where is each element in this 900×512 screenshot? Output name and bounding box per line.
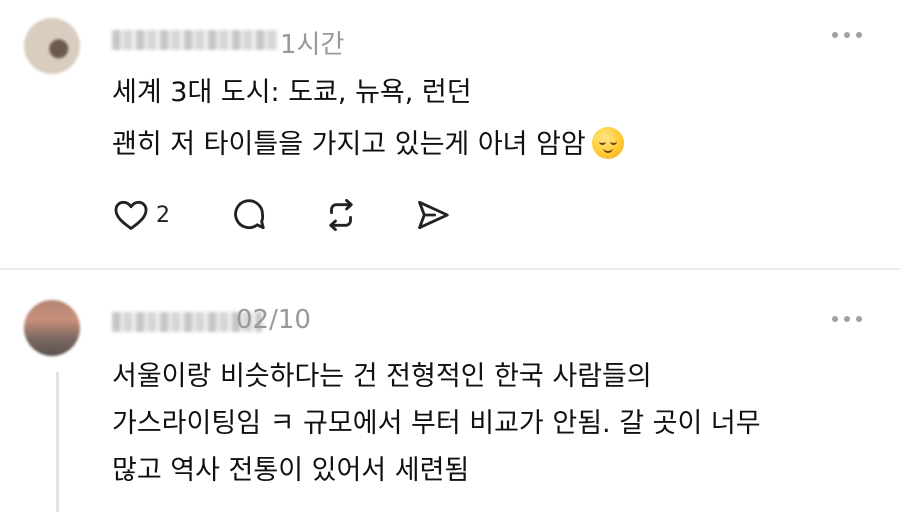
avatar[interactable] (24, 18, 80, 74)
relieved-face-emoji (591, 127, 624, 159)
username-redacted[interactable] (112, 30, 278, 50)
post-divider (0, 268, 900, 270)
post-text-line: 괜히 저 타이틀을 가지고 있는게 아녀 암암 (112, 127, 624, 162)
like-count: 2 (156, 202, 170, 228)
like-button[interactable]: 2 (112, 196, 170, 234)
more-options-icon[interactable] (832, 30, 862, 40)
post-text-line: 가스라이팅임 ㅋ 규모에서 부터 비교가 안됨. 갈 곳이 너무 (112, 408, 761, 439)
share-button[interactable] (414, 196, 452, 234)
post-time: 02/10 (236, 305, 311, 335)
avatar[interactable] (24, 300, 80, 356)
repost-icon (329, 199, 353, 231)
post: 1시간 세계 3대 도시: 도쿄, 뉴욕, 런던 괜히 저 타이틀을 가지고 있… (0, 0, 900, 268)
post-time: 1시간 (280, 30, 345, 60)
comment-button[interactable] (230, 196, 268, 234)
post-text-line: 많고 역사 전통이 있어서 세련됨 (112, 455, 470, 486)
thread-line (56, 372, 59, 512)
repost-button[interactable] (322, 196, 360, 234)
more-options-icon[interactable] (832, 314, 862, 324)
post-text: 괜히 저 타이틀을 가지고 있는게 아녀 암암 (112, 129, 586, 160)
post-text-line: 세계 3대 도시: 도쿄, 뉴욕, 런던 (112, 77, 472, 108)
share-icon (418, 200, 449, 230)
heart-icon (114, 200, 148, 230)
comment-icon (234, 199, 265, 230)
post-text-line: 서울이랑 비슷하다는 건 전형적인 한국 사람들의 (112, 361, 652, 392)
